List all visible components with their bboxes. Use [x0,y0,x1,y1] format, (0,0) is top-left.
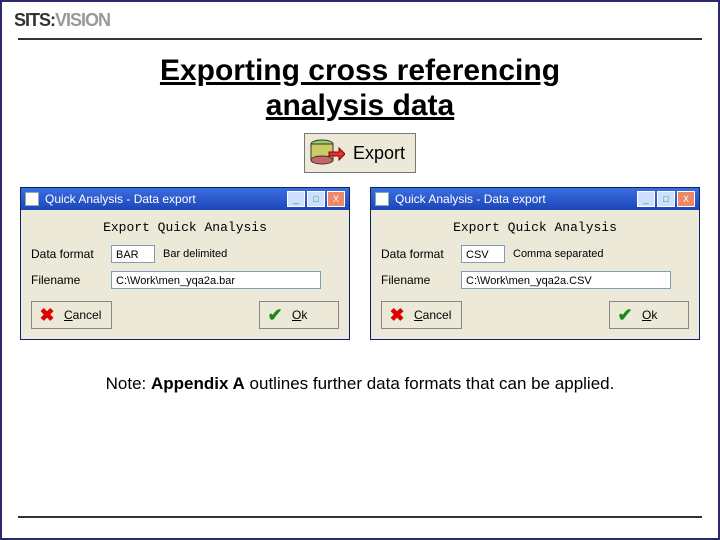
panel-title: Export Quick Analysis [21,210,349,241]
close-button[interactable]: X [327,191,345,207]
ok-label: Ok [642,308,657,322]
dialog-export-csv: Quick Analysis - Data export _ □ X Expor… [370,187,700,340]
panel-title: Export Quick Analysis [371,210,699,241]
window-title: Quick Analysis - Data export [395,192,546,206]
logo: SITS:VISION [14,10,110,31]
ok-icon: ✔ [614,304,636,326]
label-data-format: Data format [31,247,103,261]
cancel-icon: ✖ [36,304,58,326]
data-format-desc: Comma separated [513,248,604,260]
dialog-export-bar: Quick Analysis - Data export _ □ X Expor… [20,187,350,340]
cancel-icon: ✖ [386,304,408,326]
note-text: Note: Appendix A outlines further data f… [2,374,718,394]
ok-button[interactable]: ✔ Ok [259,301,339,329]
bottom-rule [18,516,702,518]
titlebar: Quick Analysis - Data export _ □ X [21,188,349,210]
window-title: Quick Analysis - Data export [45,192,196,206]
cancel-label: Cancel [414,308,451,322]
top-rule [18,38,702,40]
data-format-field[interactable]: CSV [461,245,505,263]
page-title: Exporting cross referencing analysis dat… [2,54,718,123]
export-icon [309,138,345,168]
data-format-field[interactable]: BAR [111,245,155,263]
export-button-label: Export [353,143,405,164]
maximize-button[interactable]: □ [307,191,325,207]
window-icon [25,192,39,206]
ok-label: Ok [292,308,307,322]
ok-icon: ✔ [264,304,286,326]
titlebar: Quick Analysis - Data export _ □ X [371,188,699,210]
cancel-button[interactable]: ✖ Cancel [381,301,462,329]
window-icon [375,192,389,206]
minimize-button[interactable]: _ [637,191,655,207]
label-filename: Filename [381,273,453,287]
minimize-button[interactable]: _ [287,191,305,207]
filename-field[interactable]: C:\Work\men_yqa2a.CSV [461,271,671,289]
maximize-button[interactable]: □ [657,191,675,207]
data-format-desc: Bar delimited [163,248,227,260]
export-button[interactable]: Export [304,133,416,173]
label-filename: Filename [31,273,103,287]
close-button[interactable]: X [677,191,695,207]
label-data-format: Data format [381,247,453,261]
filename-field[interactable]: C:\Work\men_yqa2a.bar [111,271,321,289]
cancel-button[interactable]: ✖ Cancel [31,301,112,329]
ok-button[interactable]: ✔ Ok [609,301,689,329]
cancel-label: Cancel [64,308,101,322]
